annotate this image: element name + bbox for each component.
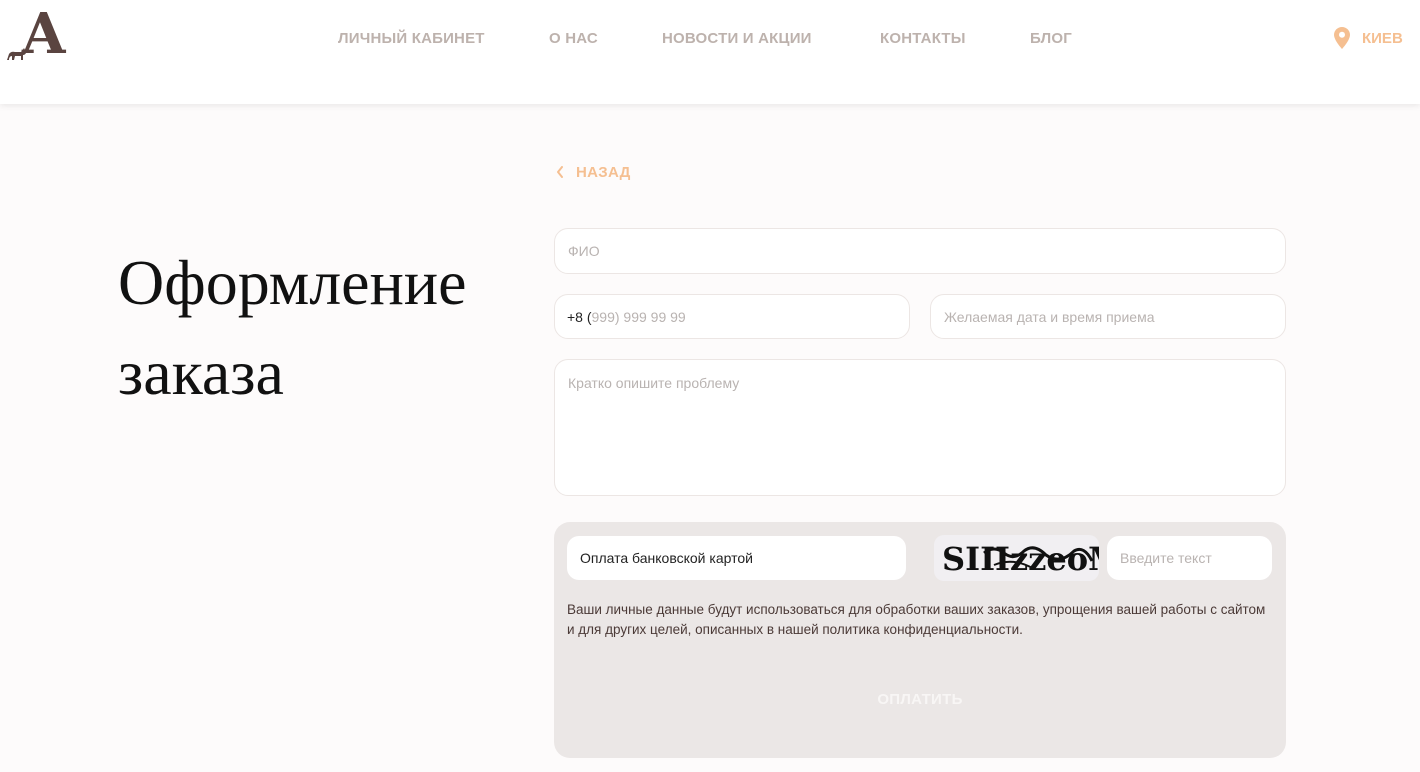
nav-item-account[interactable]: ЛИЧНЫЙ КАБИНЕТ: [338, 30, 485, 48]
nav-item-news[interactable]: НОВОСТИ И АКЦИИ: [662, 30, 812, 48]
payment-block: Оплата банковской картой SIIIzzeoM Ваши …: [554, 522, 1286, 758]
logo[interactable]: A: [6, 4, 72, 66]
appointment-datetime-input[interactable]: [930, 294, 1286, 339]
page-title: Оформление заказа: [118, 238, 518, 418]
back-link[interactable]: НАЗАД: [556, 162, 631, 182]
privacy-notice: Ваши личные данные будут использоваться …: [567, 602, 1266, 637]
full-name-input[interactable]: [554, 228, 1286, 274]
nav-item-about[interactable]: О НАС: [549, 30, 598, 48]
svg-text:SIIIzzeoM: SIIIzzeoM: [942, 540, 1099, 578]
chevron-left-icon: [557, 166, 563, 178]
site-header: A ЛИЧНЫЙ КАБИНЕТ О НАС НОВОСТИ И АКЦИИ К…: [0, 0, 1420, 104]
problem-description-input[interactable]: [554, 359, 1286, 496]
location-pin-icon: [1334, 27, 1350, 49]
phone-input[interactable]: +8 (999) 999 99 99: [554, 294, 910, 339]
payment-method-label: Оплата банковской картой: [580, 550, 753, 566]
city-selector[interactable]: КИЕВ: [1334, 26, 1403, 50]
captcha-input[interactable]: [1107, 536, 1272, 580]
captcha-text-image: SIIIzzeoM: [942, 540, 1099, 578]
captcha-image: SIIIzzeoM: [934, 535, 1099, 581]
logo-letter: A: [22, 1, 66, 67]
page-title-line1: Оформление: [118, 247, 467, 318]
city-label: КИЕВ: [1362, 29, 1403, 47]
cat-icon: [7, 48, 27, 60]
phone-prefix: +8 (: [567, 308, 592, 325]
pay-button[interactable]: ОПЛАТИТЬ: [554, 686, 1286, 712]
nav-item-blog[interactable]: БЛОГ: [1030, 30, 1072, 48]
nav-item-contacts[interactable]: КОНТАКТЫ: [880, 30, 966, 48]
back-label: НАЗАД: [576, 163, 631, 181]
page-title-line2: заказа: [118, 337, 284, 408]
payment-method-select[interactable]: Оплата банковской картой: [567, 536, 906, 580]
phone-mask: 999) 999 99 99: [591, 308, 686, 325]
